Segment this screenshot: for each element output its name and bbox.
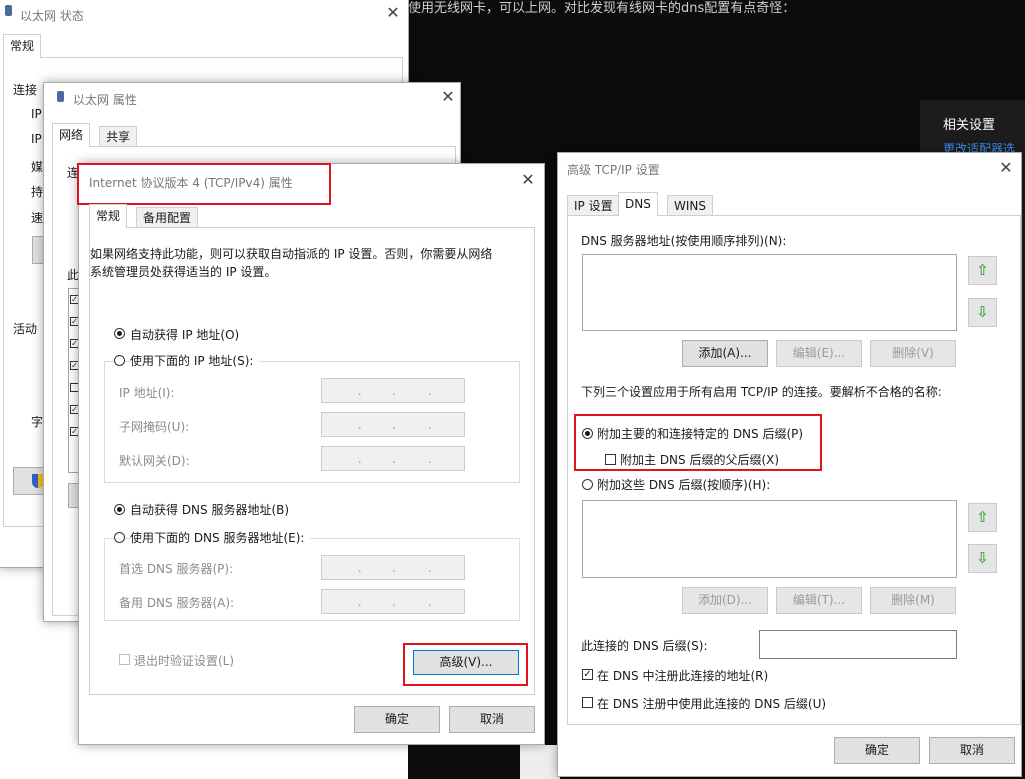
- dns-servers-list[interactable]: [582, 254, 957, 331]
- highlight-dns-suffix-options: [574, 414, 822, 471]
- window-title: 高级 TCP/IP 设置: [567, 163, 660, 177]
- alternate-dns-label: 备用 DNS 服务器(A):: [119, 596, 235, 610]
- register-suffix-label[interactable]: 在 DNS 注册中使用此连接的 DNS 后缀(U): [597, 695, 826, 712]
- remove-dns-server-button[interactable]: 删除(V): [870, 340, 956, 367]
- register-address-label[interactable]: 在 DNS 中注册此连接的地址(R): [597, 667, 768, 684]
- ip-address-field[interactable]: ...: [321, 378, 465, 403]
- title-bar: 以太网 属性 ✕: [44, 83, 460, 113]
- title-bar: 以太网 状态 ✕: [0, 0, 408, 29]
- cancel-button[interactable]: 取消: [929, 737, 1015, 764]
- connection-suffix-label: 此连接的 DNS 后缀(S):: [581, 639, 708, 653]
- preferred-dns-field[interactable]: ...: [321, 555, 465, 580]
- network-adapter-icon: [5, 5, 12, 16]
- subnet-mask-label: 子网掩码(U):: [119, 420, 190, 434]
- tab-wins[interactable]: WINS: [667, 195, 713, 216]
- close-icon[interactable]: ✕: [437, 87, 459, 107]
- subnet-mask-field[interactable]: ...: [321, 412, 465, 437]
- tab-general[interactable]: 常规: [3, 34, 42, 58]
- move-down-icon[interactable]: ⇩: [968, 298, 997, 327]
- register-suffix-checkbox[interactable]: [582, 697, 593, 708]
- validate-on-exit-checkbox[interactable]: [119, 654, 130, 665]
- duration-label: 持: [31, 185, 44, 199]
- register-address-checkbox[interactable]: ✓: [582, 669, 593, 680]
- remove-suffix-button[interactable]: 删除(M): [870, 587, 956, 614]
- auto-ip-radio[interactable]: [114, 328, 125, 339]
- add-suffix-button[interactable]: 添加(D)...: [682, 587, 768, 614]
- network-adapter-icon: [57, 91, 64, 102]
- suffix-up-icon[interactable]: ⇧: [968, 503, 997, 532]
- terminal-bottom-strip: [520, 745, 560, 779]
- resolution-note: 下列三个设置应用于所有启用 TCP/IP 的连接。要解析不合格的名称:: [581, 385, 942, 399]
- highlight-advanced-button: [403, 643, 528, 686]
- tab-alternate-configuration[interactable]: 备用配置: [136, 207, 199, 228]
- cancel-button[interactable]: 取消: [449, 706, 535, 733]
- terminal-text: 使用无线网卡，可以上网。对比发现有线网卡的dns配置有点奇怪：: [408, 1, 796, 16]
- auto-dns-label[interactable]: 自动获得 DNS 服务器地址(B): [130, 501, 289, 518]
- tab-network[interactable]: 网络: [52, 123, 91, 147]
- bytes-label: 字: [31, 415, 44, 429]
- close-icon[interactable]: ✕: [995, 158, 1017, 178]
- window-title: 以太网 状态: [20, 9, 84, 23]
- tab-ip-settings[interactable]: IP 设置: [567, 195, 620, 216]
- default-gateway-label: 默认网关(D):: [119, 454, 190, 468]
- edit-dns-server-button[interactable]: 编辑(E)...: [776, 340, 862, 367]
- speed-label: 速: [31, 211, 44, 225]
- move-up-icon[interactable]: ⇧: [968, 256, 997, 285]
- window-title: 以太网 属性: [73, 93, 137, 107]
- activity-label: 活动: [13, 322, 38, 336]
- media-state-label: 媒: [31, 160, 44, 174]
- tab-dns[interactable]: DNS: [618, 192, 658, 216]
- ipv6-connectivity-label: IP: [31, 132, 42, 146]
- add-dns-server-button[interactable]: 添加(A)...: [682, 340, 768, 367]
- default-gateway-field[interactable]: ...: [321, 446, 465, 471]
- manual-dns-radio[interactable]: [114, 532, 125, 543]
- auto-ip-label[interactable]: 自动获得 IP 地址(O): [130, 326, 239, 343]
- description-text: 如果网络支持此功能，则可以获取自动指派的 IP 设置。否则，你需要从网络系统管理…: [90, 247, 493, 279]
- ok-button[interactable]: 确定: [834, 737, 920, 764]
- alternate-dns-field[interactable]: ...: [321, 589, 465, 614]
- close-icon[interactable]: ✕: [517, 170, 539, 190]
- ok-button[interactable]: 确定: [354, 706, 440, 733]
- edit-suffix-button[interactable]: 编辑(T)...: [776, 587, 862, 614]
- preferred-dns-label: 首选 DNS 服务器(P):: [119, 562, 234, 576]
- ipv4-connectivity-label: IP: [31, 107, 42, 121]
- manual-dns-label[interactable]: 使用下面的 DNS 服务器地址(E):: [130, 529, 311, 546]
- suffix-down-icon[interactable]: ⇩: [968, 544, 997, 573]
- tab-general[interactable]: 常规: [89, 204, 128, 228]
- tab-sharing[interactable]: 共享: [99, 126, 138, 147]
- dns-suffixes-list[interactable]: [582, 500, 957, 578]
- connection-label: 连接: [13, 83, 38, 97]
- title-bar: 高级 TCP/IP 设置 ✕: [558, 153, 1021, 183]
- dns-servers-label: DNS 服务器地址(按使用顺序排列)(N):: [581, 234, 787, 248]
- related-settings-heading: 相关设置: [943, 118, 996, 133]
- connection-suffix-input[interactable]: [759, 630, 957, 659]
- manual-ip-radio[interactable]: [114, 355, 125, 366]
- append-these-suffixes-radio[interactable]: [582, 479, 593, 490]
- highlight-ipv4-title: [77, 163, 331, 205]
- close-icon[interactable]: ✕: [382, 3, 404, 23]
- append-these-suffixes-label[interactable]: 附加这些 DNS 后缀(按顺序)(H):: [597, 476, 770, 493]
- manual-ip-label[interactable]: 使用下面的 IP 地址(S):: [130, 352, 260, 369]
- auto-dns-radio[interactable]: [114, 504, 125, 515]
- ip-address-label: IP 地址(I):: [119, 386, 175, 400]
- validate-on-exit-label[interactable]: 退出时验证设置(L): [134, 652, 234, 669]
